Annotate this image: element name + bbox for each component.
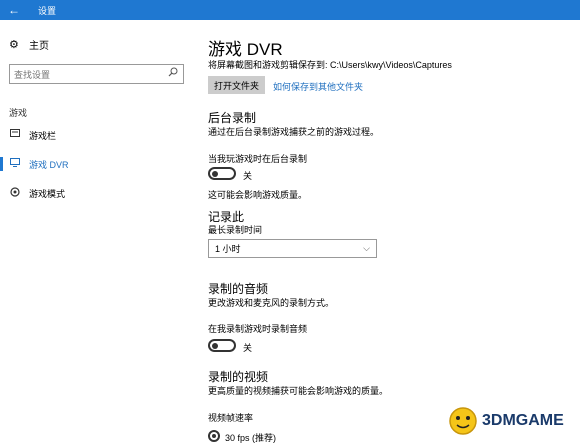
background-toggle-state: 关: [243, 171, 253, 181]
background-recording-description: 通过在后台录制游戏捕获之前的游戏过程。: [208, 127, 380, 137]
sidebar-item-label: 游戏 DVR: [29, 159, 69, 170]
recorded-audio-heading: 录制的音频: [208, 282, 269, 296]
max-recording-length-dropdown[interactable]: 1 小时 ⌵: [208, 239, 377, 258]
max-recording-length-label: 最长录制时间: [208, 225, 263, 235]
background-recording-toggle[interactable]: [208, 167, 236, 180]
home-nav-item[interactable]: ⚙ 主页: [9, 37, 49, 52]
watermark-logo-icon: [449, 407, 477, 435]
sidebar-item-label: 游戏模式: [29, 188, 66, 199]
title-bar: ← 设置: [0, 0, 580, 20]
search-box[interactable]: [9, 64, 184, 84]
search-input[interactable]: [10, 66, 160, 84]
watermark-text: 3DMGAME: [482, 412, 564, 429]
dropdown-value: 1 小时: [215, 244, 241, 254]
toggle-knob: [212, 170, 218, 177]
save-elsewhere-link[interactable]: 如何保存到其他文件夹: [273, 80, 363, 93]
background-recording-heading: 后台录制: [208, 111, 257, 125]
search-icon[interactable]: [168, 67, 178, 80]
back-button[interactable]: ←: [0, 0, 28, 20]
toggle-knob: [212, 342, 218, 349]
chevron-down-icon: ⌵: [363, 243, 370, 253]
audio-toggle-state: 关: [243, 343, 253, 353]
home-label: 主页: [29, 41, 49, 52]
watermark: 3DMGAME: [448, 406, 564, 436]
game-mode-icon: [9, 186, 21, 200]
sidebar-item-game-mode[interactable]: 游戏模式: [0, 183, 195, 203]
record-audio-toggle[interactable]: [208, 339, 236, 352]
page-title: 游戏 DVR: [208, 40, 283, 59]
performance-note: 这可能会影响游戏质量。: [208, 190, 308, 200]
sidebar-item-game-bar[interactable]: 游戏栏: [0, 125, 195, 145]
dvr-icon: [9, 158, 21, 170]
recorded-video-heading: 录制的视频: [208, 370, 269, 384]
sidebar-item-label: 游戏栏: [29, 130, 57, 141]
gear-icon: ⚙: [9, 39, 19, 51]
sidebar-item-game-dvr[interactable]: 游戏 DVR: [0, 154, 195, 174]
recorded-audio-description: 更改游戏和麦克风的录制方式。: [208, 298, 335, 308]
save-path-text: 将屏幕截图和游戏剪辑保存到: C:\Users\kwy\Videos\Captu…: [208, 60, 452, 70]
framerate-30-radio[interactable]: [208, 430, 220, 442]
recorded-video-description: 更高质量的视频捕获可能会影响游戏的质量。: [208, 386, 389, 396]
video-framerate-label: 视频帧速率: [208, 413, 254, 423]
back-arrow-icon: ←: [8, 3, 20, 17]
game-bar-icon: [9, 129, 21, 141]
section-header-gaming: 游戏: [9, 108, 28, 118]
background-toggle-label: 当我玩游戏时在后台录制: [208, 154, 308, 164]
framerate-30-label: 30 fps (推荐): [225, 433, 277, 443]
open-folder-button[interactable]: 打开文件夹: [208, 76, 266, 94]
window-title: 设置: [38, 6, 57, 16]
radio-dot: [212, 434, 216, 438]
audio-toggle-label: 在我录制游戏时录制音频: [208, 324, 308, 334]
